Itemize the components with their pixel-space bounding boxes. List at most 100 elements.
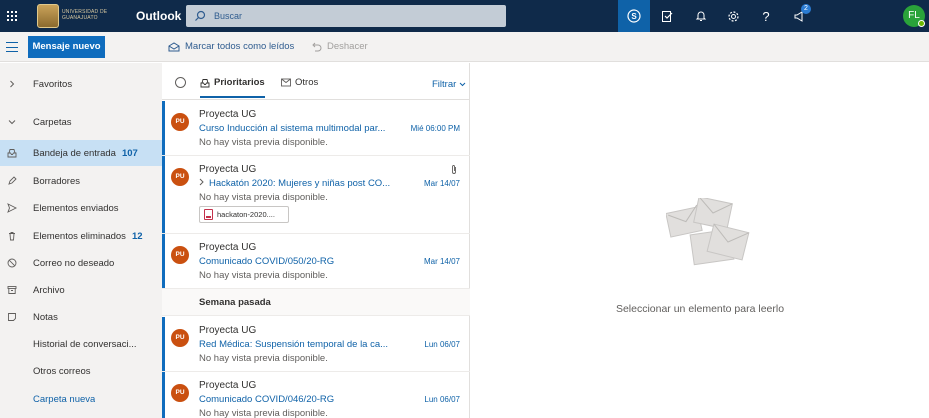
blocked-icon — [0, 258, 24, 268]
waffle-icon — [7, 11, 17, 21]
undo-icon — [312, 42, 322, 51]
message-subject: Comunicado COVID/050/20-RG — [199, 256, 335, 267]
message-item[interactable]: PU Proyecta UG Comunicado COVID/046/20-R… — [162, 372, 470, 418]
folder-archive[interactable]: Archivo — [0, 277, 162, 303]
mark-all-read-button[interactable]: Marcar todos como leídos — [168, 41, 294, 52]
chevron-right-icon[interactable] — [198, 178, 205, 188]
select-all-checkbox[interactable] — [175, 77, 186, 88]
folder-label: Bandeja de entrada — [33, 147, 116, 159]
filter-label: Filtrar — [432, 79, 457, 90]
message-item[interactable]: PU Proyecta UG Hackatón 2020: Mujeres y … — [162, 156, 470, 234]
inbox-icon — [0, 148, 24, 158]
skype-icon: S — [627, 9, 641, 23]
to-do-button[interactable] — [652, 0, 682, 32]
folder-notes[interactable]: Notas — [0, 304, 162, 330]
folder-other-mail[interactable]: Otros correos — [0, 358, 162, 384]
archive-icon — [0, 285, 24, 295]
gear-icon — [727, 10, 739, 22]
message-preview: No hay vista previa disponible. — [199, 192, 328, 203]
message-date: Lun 06/07 — [424, 340, 460, 349]
message-date: Mar 14/07 — [423, 257, 460, 266]
unread-count: 12 — [131, 230, 143, 242]
sender-name: Proyecta UG — [199, 109, 257, 120]
trash-icon — [0, 231, 24, 241]
mark-all-read-label: Marcar todos como leídos — [185, 41, 295, 52]
attachment-chip[interactable]: hackaton-2020.... — [199, 206, 289, 223]
unread-indicator — [162, 372, 165, 418]
message-list: Prioritarios Otros Filtrar PU Proyecta U… — [162, 63, 477, 418]
message-date: Lun 06/07 — [424, 395, 460, 404]
message-item[interactable]: PU Proyecta UG Comunicado COVID/050/20-R… — [162, 234, 470, 289]
week-separator-label: Semana pasada — [199, 297, 271, 308]
folder-conversation-history[interactable]: Historial de conversaci... — [0, 331, 162, 357]
note-icon — [0, 312, 24, 322]
message-subject: Curso Inducción al sistema multimodal pa… — [199, 123, 386, 134]
favoritos-section[interactable]: Favoritos — [0, 71, 162, 97]
sender-name: Proyecta UG — [199, 380, 257, 391]
new-folder-link[interactable]: Carpeta nueva — [0, 386, 162, 412]
folder-label: Notas — [33, 311, 58, 323]
message-preview: No hay vista previa disponible. — [199, 137, 328, 148]
attachment-name: hackaton-2020.... — [217, 210, 275, 219]
unread-indicator — [162, 156, 165, 233]
search-box[interactable]: Buscar — [186, 5, 506, 27]
tab-other-label: Otros — [295, 77, 319, 88]
unread-indicator — [162, 234, 165, 288]
tab-other[interactable]: Otros — [281, 77, 318, 88]
folder-label: Archivo — [33, 284, 65, 296]
notifications-button[interactable] — [686, 0, 716, 32]
message-item[interactable]: PU Proyecta UG Curso Inducción al sistem… — [162, 101, 470, 156]
sender-avatar: PU — [171, 168, 189, 186]
message-date: Mié 06:00 PM — [410, 124, 460, 133]
message-preview: No hay vista previa disponible. — [199, 353, 328, 364]
message-list-header: Prioritarios Otros Filtrar — [162, 63, 470, 100]
hamburger-menu-icon[interactable] — [6, 41, 18, 53]
envelope-open-icon — [168, 42, 180, 52]
folder-sent[interactable]: Elementos enviados — [0, 195, 162, 221]
carpetas-label: Carpetas — [33, 116, 72, 128]
folder-label: Elementos enviados — [33, 202, 119, 214]
folder-label: Borradores — [33, 175, 80, 187]
envelopes-illustration — [666, 198, 750, 266]
folder-junk[interactable]: Correo no deseado — [0, 250, 162, 276]
settings-button[interactable] — [718, 0, 748, 32]
message-item[interactable]: PU Proyecta UG Red Médica: Suspensión te… — [162, 317, 470, 372]
sender-name: Proyecta UG — [199, 242, 257, 253]
folder-deleted[interactable]: Elementos eliminados 12 — [0, 223, 162, 249]
chevron-down-icon — [0, 118, 24, 126]
folder-inbox[interactable]: Bandeja de entrada 107 — [0, 140, 162, 166]
sender-name: Proyecta UG — [199, 164, 257, 175]
search-input[interactable]: Buscar — [214, 11, 242, 21]
sender-name: Proyecta UG — [199, 325, 257, 336]
unread-indicator — [162, 317, 165, 371]
message-preview: No hay vista previa disponible. — [199, 408, 328, 418]
message-subject: Hackatón 2020: Mujeres y niñas post CO..… — [209, 178, 391, 189]
help-button[interactable]: ? — [751, 0, 781, 32]
app-title[interactable]: Outlook — [136, 9, 181, 23]
carpetas-section[interactable]: Carpetas — [0, 109, 162, 135]
message-subject: Red Médica: Suspensión temporal de la ca… — [199, 339, 389, 350]
app-launcher-button[interactable] — [0, 0, 24, 32]
help-icon: ? — [762, 8, 770, 24]
sender-avatar: PU — [171, 246, 189, 264]
new-folder-label: Carpeta nueva — [33, 393, 96, 405]
folder-label: Correo no deseado — [33, 257, 115, 269]
empty-state-text: Seleccionar un elemento para leerlo — [615, 303, 785, 315]
todo-icon — [661, 10, 672, 22]
send-icon — [0, 203, 24, 213]
chevron-right-icon — [0, 80, 24, 88]
tab-focused[interactable]: Prioritarios — [200, 77, 265, 98]
new-message-button[interactable]: Mensaje nuevo — [28, 36, 105, 58]
folder-label: Elementos eliminados — [33, 230, 126, 242]
week-separator: Semana pasada — [162, 289, 470, 316]
skype-button[interactable]: S — [618, 0, 650, 32]
folder-drafts[interactable]: Borradores — [0, 168, 162, 194]
folder-label: Historial de conversaci... — [33, 338, 137, 350]
pencil-icon — [0, 176, 24, 186]
unread-indicator — [162, 101, 165, 155]
notification-badge: 2 — [801, 4, 811, 14]
folder-pane: Favoritos Carpetas Bandeja de entrada 10… — [0, 63, 162, 418]
chevron-down-icon — [459, 82, 466, 87]
filter-button[interactable]: Filtrar — [432, 79, 466, 90]
undo-button[interactable]: Deshacer — [311, 41, 368, 52]
